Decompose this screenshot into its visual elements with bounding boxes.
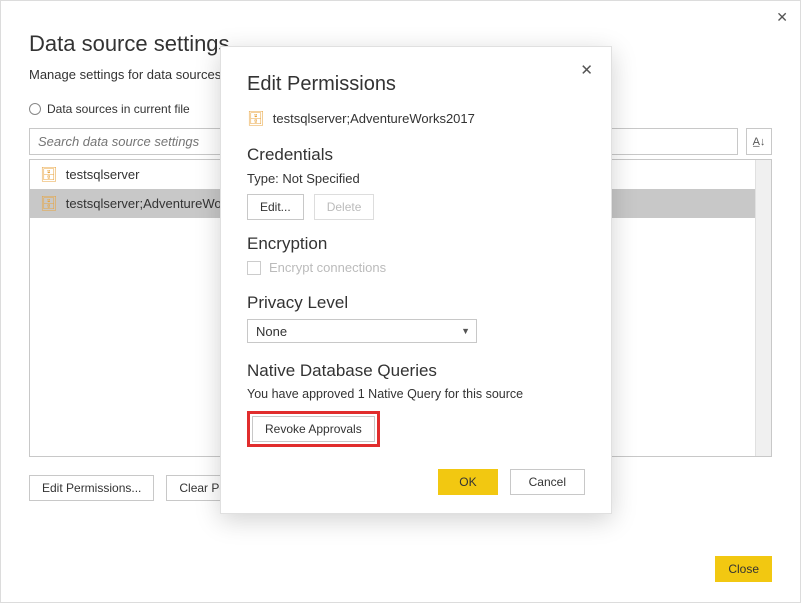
data-source-name: testsqlserver [66,167,140,182]
scrollbar[interactable] [755,160,771,456]
cancel-button[interactable]: Cancel [510,469,585,495]
dialog-title: Edit Permissions [247,73,585,96]
sort-button[interactable]: A̲↓ [746,128,772,155]
chevron-down-icon: ▼ [461,326,470,336]
privacy-level-select[interactable]: None ▼ [247,319,477,343]
edit-credentials-button[interactable]: Edit... [247,194,304,220]
edit-permissions-button[interactable]: Edit Permissions... [29,475,154,501]
close-button[interactable]: Close [715,556,772,582]
database-icon: 🗄 [40,195,58,212]
revoke-highlight: Revoke Approvals [247,411,380,447]
ok-button[interactable]: OK [438,469,497,495]
revoke-approvals-button[interactable]: Revoke Approvals [252,416,375,442]
encrypt-label: Encrypt connections [269,260,386,275]
radio-label: Data sources in current file [47,102,190,116]
radio-icon [29,103,41,115]
window-close-icon[interactable]: ✕ [776,9,788,26]
edit-permissions-dialog: ✕ Edit Permissions 🗄 testsqlserver;Adven… [220,46,612,514]
encryption-header: Encryption [247,234,585,254]
checkbox-icon [247,261,261,275]
database-icon: 🗄 [247,110,265,127]
database-icon: 🗄 [40,166,58,183]
native-queries-header: Native Database Queries [247,361,585,381]
privacy-level-value: None [256,324,287,339]
dialog-source-name: testsqlserver;AdventureWorks2017 [273,111,475,126]
privacy-level-header: Privacy Level [247,293,585,313]
encrypt-connections-checkbox: Encrypt connections [247,260,585,275]
dialog-close-icon[interactable]: ✕ [580,61,593,79]
dialog-source-row: 🗄 testsqlserver;AdventureWorks2017 [247,110,585,127]
delete-credentials-button: Delete [314,194,375,220]
sort-az-icon: A̲↓ [753,136,766,148]
native-queries-message: You have approved 1 Native Query for thi… [247,387,585,401]
credentials-type: Type: Not Specified [247,171,585,186]
credentials-header: Credentials [247,145,585,165]
